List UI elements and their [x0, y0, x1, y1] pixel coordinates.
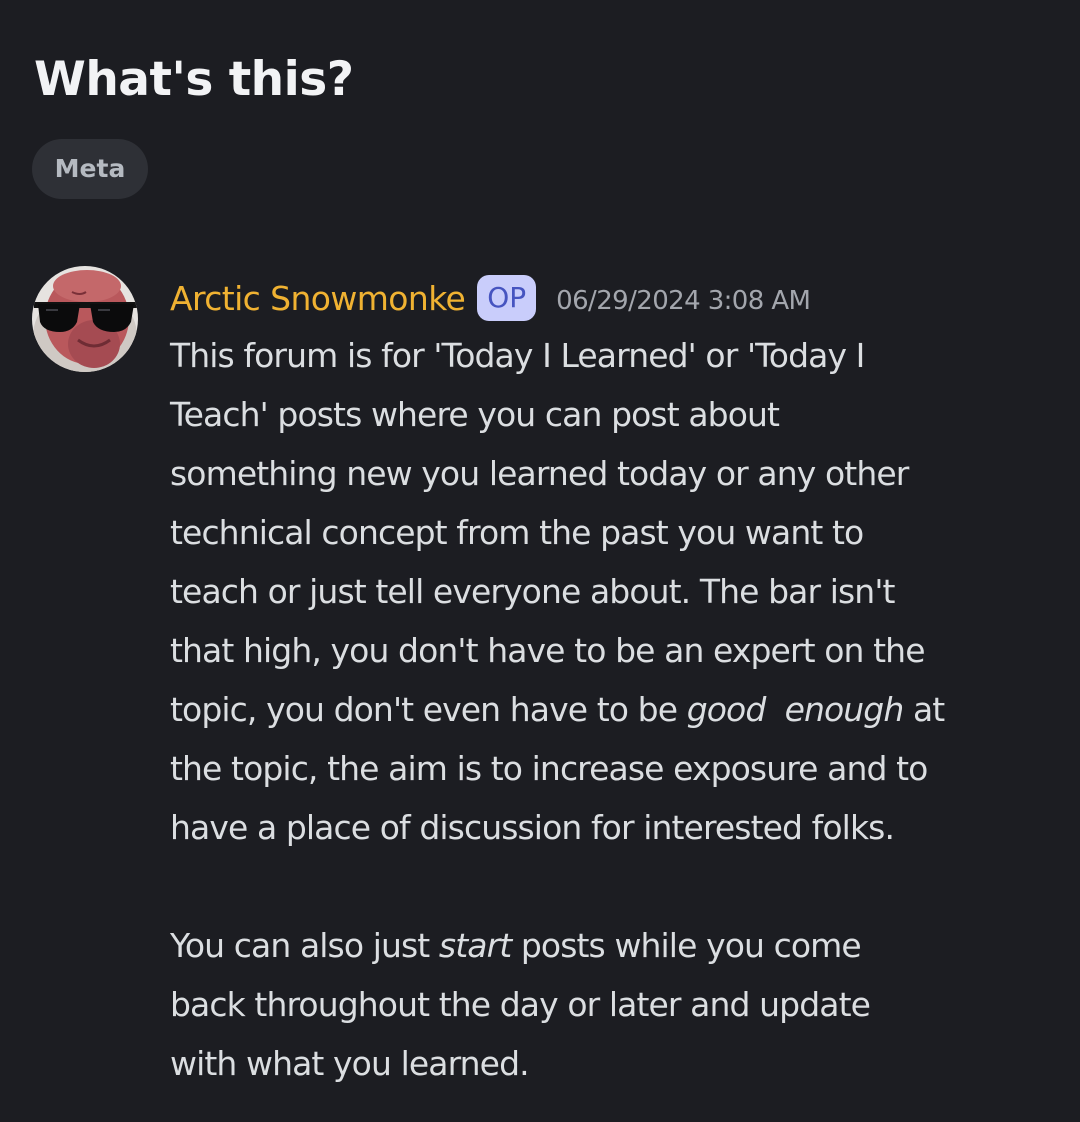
message-text: posts while you come	[511, 926, 862, 965]
author-avatar[interactable]	[32, 266, 138, 372]
message-line: technical concept from the past you want…	[170, 513, 864, 552]
message-line: Teach' posts where you can post about	[170, 395, 780, 434]
post-header: Arctic Snowmonke OP 06/29/2024 3:08 AM	[170, 273, 811, 323]
message-text: You can also just	[170, 926, 439, 965]
message-line: with what you learned.	[170, 1044, 530, 1083]
message-line: This forum is for 'Today I Learned' or '…	[170, 336, 865, 375]
message-line: topic, you don't even have to be good en…	[170, 680, 1060, 739]
op-badge: OP	[477, 275, 537, 321]
emphasis-good: good	[686, 690, 767, 729]
message-line: You can also just start posts while you …	[170, 916, 1060, 975]
author-name[interactable]: Arctic Snowmonke	[170, 279, 466, 318]
emphasis-enough: enough	[784, 690, 905, 729]
message-text: at	[903, 690, 945, 729]
tag-meta[interactable]: Meta	[32, 139, 148, 199]
emphasis-start: start	[438, 926, 512, 965]
message-line: have a place of discussion for intereste…	[170, 808, 895, 847]
page-title: What's this?	[34, 52, 354, 107]
message-text: topic, you don't even have to be	[170, 690, 687, 729]
message-line: teach or just tell everyone about. The b…	[170, 572, 895, 611]
message-line: that high, you don't have to be an exper…	[170, 631, 926, 670]
message-line: something new you learned today or any o…	[170, 454, 909, 493]
message-text	[765, 690, 784, 729]
message-body: This forum is for 'Today I Learned' or '…	[170, 326, 1060, 1093]
message-line: the topic, the aim is to increase exposu…	[170, 749, 928, 788]
avatar-monkey-sunglasses-icon	[32, 266, 138, 372]
message-line: back throughout the day or later and upd…	[170, 985, 871, 1024]
post-timestamp: 06/29/2024 3:08 AM	[556, 286, 811, 316]
